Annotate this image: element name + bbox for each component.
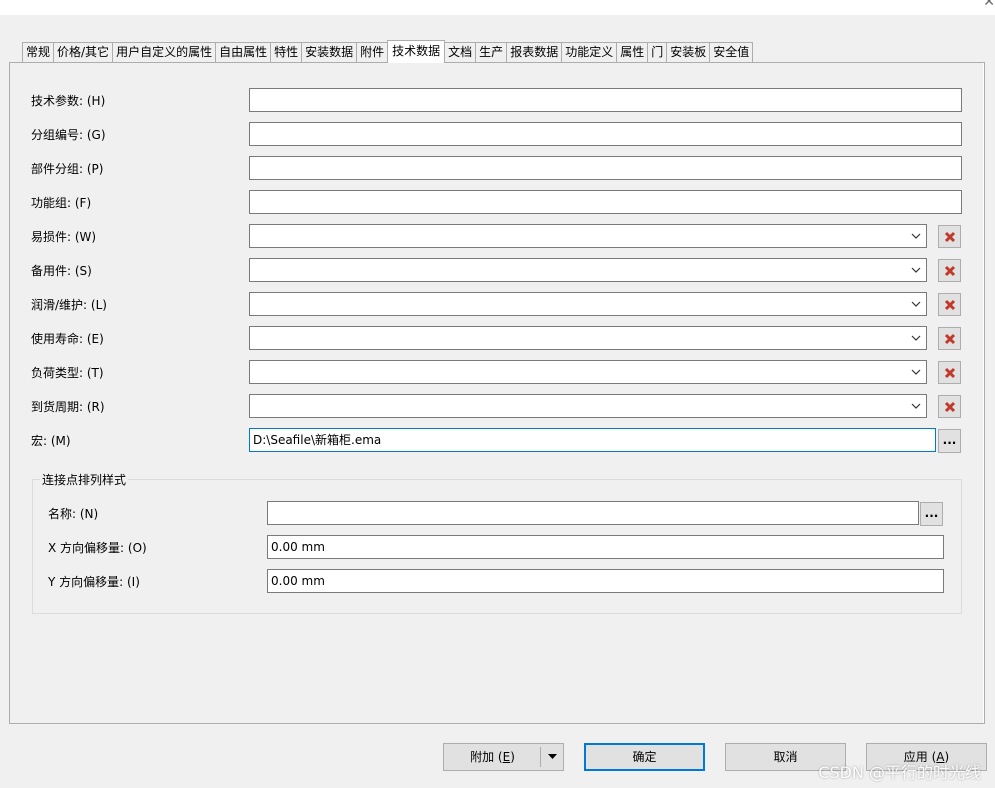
spare-part-dropdown[interactable]: [249, 258, 927, 282]
wear-part-clear-button[interactable]: [938, 225, 961, 248]
tab-user-defined-properties[interactable]: 用户自定义的属性: [112, 42, 217, 63]
service-life-clear-button[interactable]: [938, 327, 961, 350]
x-offset-label: X 方向偏移量: (O): [48, 541, 147, 555]
tab-safety-values[interactable]: 安全值: [709, 42, 754, 63]
tech-params-label: 技术参数: (H): [31, 94, 106, 108]
service-life-label: 使用寿命: (E): [31, 332, 104, 346]
name-label: 名称: (N): [48, 507, 99, 521]
name-browse-button[interactable]: ...: [920, 502, 943, 526]
delivery-period-dropdown[interactable]: [249, 394, 927, 418]
red-x-icon: [944, 333, 955, 344]
lubrication-dropdown[interactable]: [249, 292, 927, 316]
connection-style-title: 连接点排列样式: [40, 473, 129, 487]
red-x-icon: [944, 231, 955, 242]
lubrication-clear-button[interactable]: [938, 293, 961, 316]
chevron-down-icon: [911, 301, 921, 307]
part-group-label: 部件分组: (P): [31, 162, 104, 176]
tab-production[interactable]: 生产: [475, 42, 508, 63]
x-offset-input[interactable]: 0.00 mm: [267, 535, 944, 559]
red-x-icon: [944, 299, 955, 310]
red-x-icon: [944, 401, 955, 412]
tab-properties[interactable]: 属性: [616, 42, 649, 63]
macro-label: 宏: (M): [31, 434, 71, 448]
close-icon[interactable]: ✕: [983, 0, 995, 10]
name-input[interactable]: [267, 501, 919, 525]
lubrication-label: 润滑/维护: (L): [31, 298, 107, 312]
function-group-input[interactable]: [249, 190, 962, 214]
red-x-icon: [944, 265, 955, 276]
red-x-icon: [944, 367, 955, 378]
chevron-down-icon: [911, 267, 921, 273]
tab-characteristics[interactable]: 特性: [270, 42, 303, 63]
group-number-label: 分组编号: (G): [31, 128, 106, 142]
ok-button[interactable]: 确定: [584, 743, 705, 771]
macro-browse-button[interactable]: ...: [938, 429, 961, 453]
macro-input[interactable]: D:\Seafile\新箱柜.ema: [249, 428, 936, 452]
tab-accessories[interactable]: 附件: [356, 42, 389, 63]
chevron-down-icon: [911, 369, 921, 375]
watermark: CSDN @平行的时光线: [818, 763, 981, 782]
tech-params-input[interactable]: [249, 88, 962, 112]
tab-price-other[interactable]: 价格/其它: [53, 42, 114, 63]
service-life-dropdown[interactable]: [249, 326, 927, 350]
tab-report-data[interactable]: 报表数据: [506, 42, 563, 63]
tab-mounting-data[interactable]: 安装数据: [301, 42, 358, 63]
append-button[interactable]: 附加 (E): [443, 743, 564, 771]
tab-function-definition[interactable]: 功能定义: [561, 42, 618, 63]
tab-strip: 常规 价格/其它 用户自定义的属性 自由属性 特性 安装数据 附件 技术数据 文…: [22, 40, 754, 63]
wear-part-dropdown[interactable]: [249, 224, 927, 248]
append-label: 附加: [470, 750, 495, 764]
chevron-down-icon: [911, 233, 921, 239]
spare-part-clear-button[interactable]: [938, 259, 961, 282]
chevron-down-icon: [911, 335, 921, 341]
tab-general[interactable]: 常规: [22, 42, 55, 63]
tab-technical-data[interactable]: 技术数据: [387, 40, 446, 63]
load-type-label: 负荷类型: (T): [31, 366, 104, 380]
tab-mounting-panel[interactable]: 安装板: [666, 42, 711, 63]
delivery-period-clear-button[interactable]: [938, 395, 961, 418]
tab-free-properties[interactable]: 自由属性: [215, 42, 272, 63]
wear-part-label: 易损件: (W): [31, 230, 97, 244]
tab-door[interactable]: 门: [647, 42, 668, 63]
delivery-period-label: 到货周期: (R): [31, 400, 105, 414]
y-offset-label: Y 方向偏移量: (I): [48, 575, 140, 589]
function-group-label: 功能组: (F): [31, 196, 92, 210]
load-type-clear-button[interactable]: [938, 361, 961, 384]
spare-part-label: 备用件: (S): [31, 264, 92, 278]
tab-documents[interactable]: 文档: [444, 42, 477, 63]
y-offset-input[interactable]: 0.00 mm: [267, 569, 944, 593]
group-number-input[interactable]: [249, 122, 962, 146]
triangle-down-icon[interactable]: [548, 754, 557, 760]
load-type-dropdown[interactable]: [249, 360, 927, 384]
chevron-down-icon: [911, 403, 921, 409]
part-group-input[interactable]: [249, 156, 962, 180]
append-mnemonic: E: [502, 750, 511, 764]
title-bar: [0, 0, 995, 15]
